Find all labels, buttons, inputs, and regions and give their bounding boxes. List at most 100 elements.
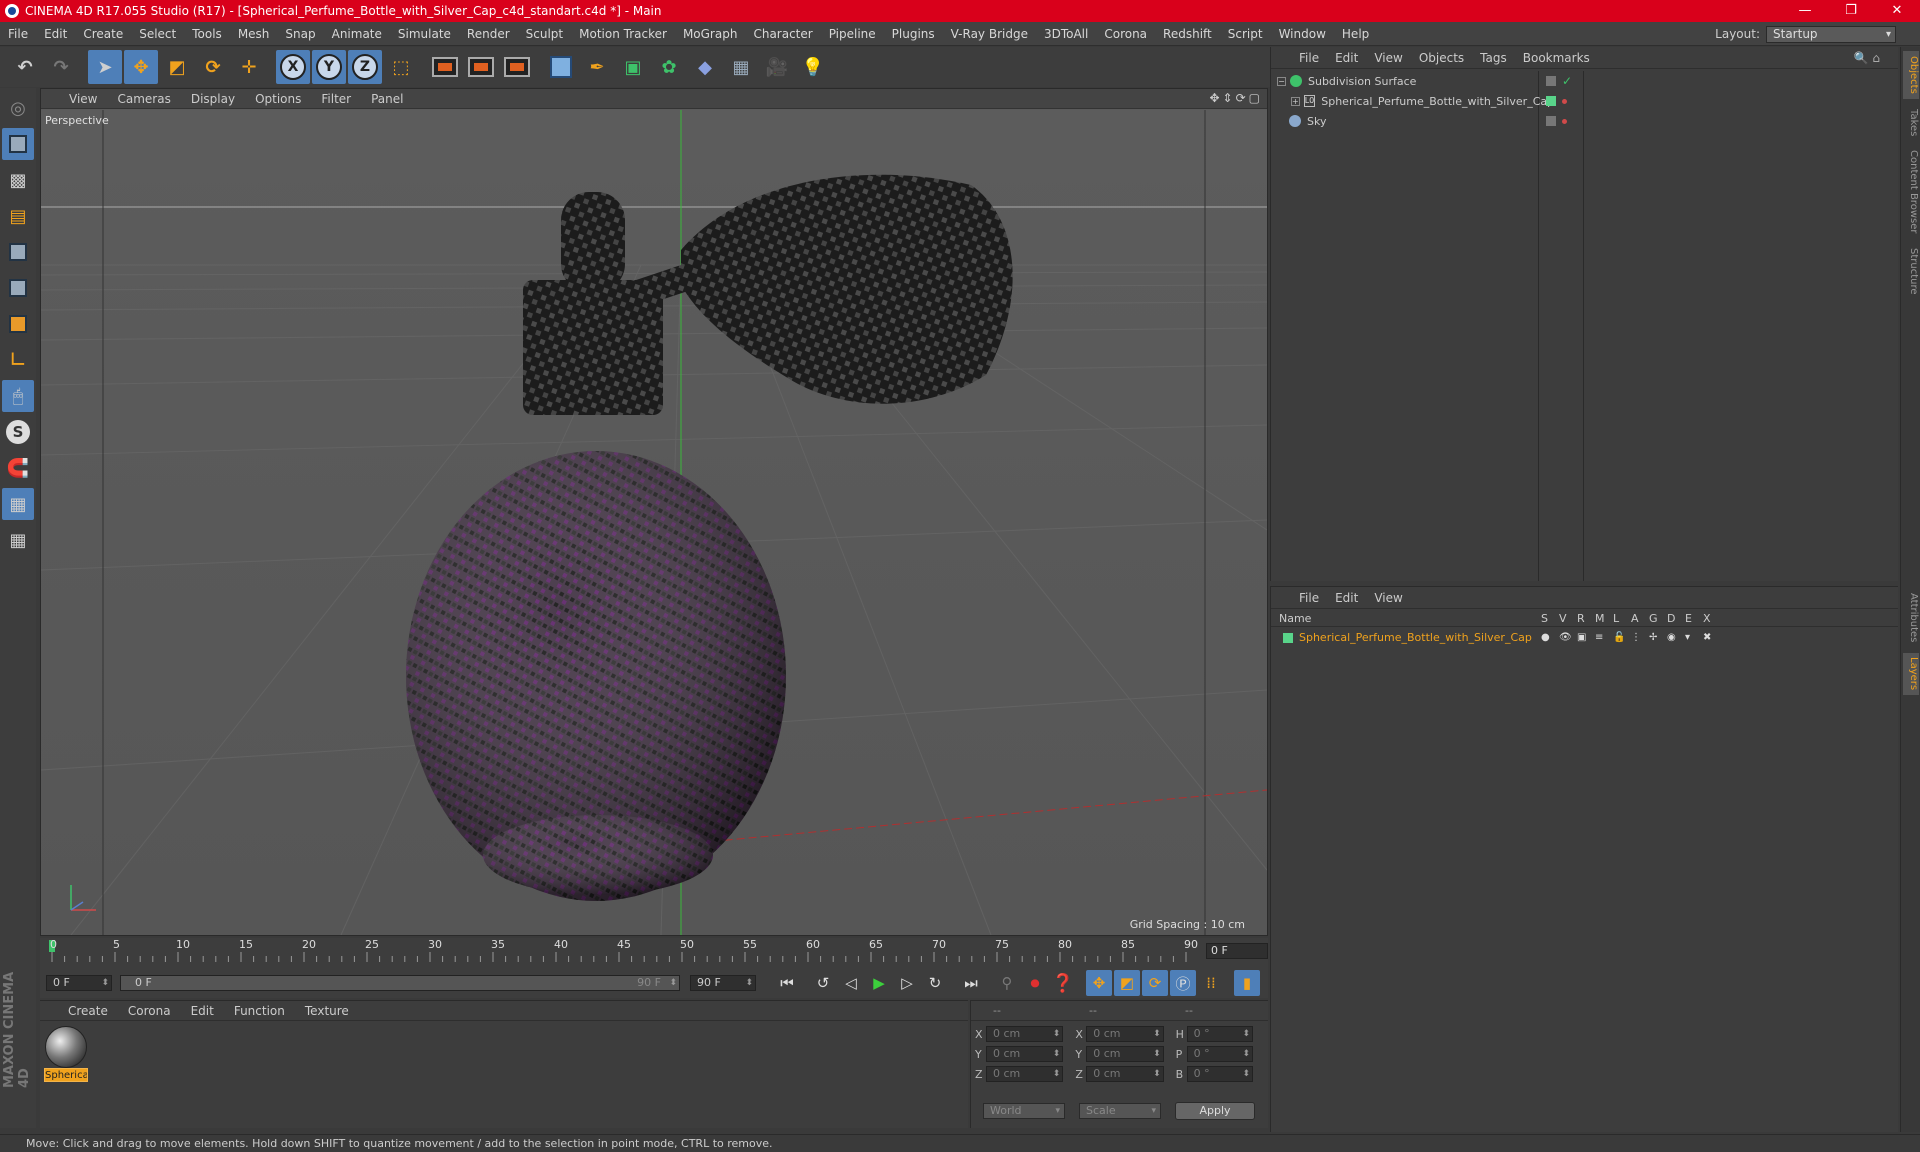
objmgr-menu-edit[interactable]: Edit (1327, 51, 1366, 65)
size-z-field[interactable]: 0 cm (1086, 1066, 1164, 1082)
menu-tools[interactable]: Tools (184, 27, 230, 41)
menu-create[interactable]: Create (75, 27, 131, 41)
viewport-menu-cameras[interactable]: Cameras (107, 92, 180, 106)
viewport-menu-panel[interactable]: Panel (361, 92, 413, 106)
next-key-button[interactable]: ↻ (922, 970, 948, 996)
tab-structure[interactable]: Structure (1903, 243, 1919, 299)
live-selection-button[interactable]: ➤ (88, 50, 122, 84)
redo-button[interactable]: ↷ (44, 50, 78, 84)
tab-content-browser[interactable]: Content Browser (1903, 147, 1919, 237)
material-menu-create[interactable]: Create (58, 1004, 118, 1018)
size-x-field[interactable]: 0 cm (1086, 1026, 1164, 1042)
texture-mode-button[interactable]: ▩ (2, 164, 34, 196)
coordinate-system-button[interactable]: ⬚ (384, 50, 418, 84)
key-parameter-button[interactable]: Ⓟ (1170, 970, 1196, 996)
axis-mode-button[interactable]: ∟ (2, 344, 34, 376)
menu-select[interactable]: Select (131, 27, 184, 41)
tab-takes[interactable]: Takes (1903, 105, 1919, 141)
menu-file[interactable]: File (0, 27, 36, 41)
layer-color-tag[interactable] (1546, 96, 1556, 106)
add-mograph-button[interactable]: ✿ (652, 50, 686, 84)
layermgr-menu-view[interactable]: View (1366, 591, 1410, 605)
material-swatch[interactable]: Spherical (44, 1026, 88, 1084)
menu-mograph[interactable]: MoGraph (675, 27, 746, 41)
locked-workplane-button[interactable]: ▦ (2, 488, 34, 520)
close-icon[interactable]: ✕ (1874, 0, 1920, 22)
material-menu-function[interactable]: Function (224, 1004, 295, 1018)
render-flag-icon[interactable]: ▣ (1577, 632, 1595, 643)
rotation-h-field[interactable]: 0 ° (1186, 1026, 1253, 1042)
z-axis-button[interactable]: Z (348, 50, 382, 84)
add-spline-button[interactable]: ✒ (580, 50, 614, 84)
objmgr-search-home-icons[interactable]: 🔍⌂ (1845, 51, 1892, 65)
layer-color-swatch[interactable] (1283, 632, 1293, 643)
layer-row[interactable]: Spherical_Perfume_Bottle_with_Silver_Cap… (1271, 629, 1898, 647)
add-cube-button[interactable] (544, 50, 578, 84)
menu-window[interactable]: Window (1271, 27, 1334, 41)
menu-redshift[interactable]: Redshift (1155, 27, 1220, 41)
scale-tool-button[interactable]: ◩ (160, 50, 194, 84)
key-scale-button[interactable]: ◩ (1114, 970, 1140, 996)
points-mode-button[interactable] (2, 236, 34, 268)
snap-button[interactable]: 🧲 (2, 452, 34, 484)
menu-character[interactable]: Character (745, 27, 820, 41)
menu-mesh[interactable]: Mesh (230, 27, 278, 41)
objmgr-menu-objects[interactable]: Objects (1411, 51, 1472, 65)
lock-flag-icon[interactable]: 🔓 (1613, 632, 1631, 643)
tweak-mode-button[interactable]: 🖱 (2, 380, 34, 412)
view-flag-icon[interactable]: 👁 (1559, 632, 1577, 643)
expand-icon[interactable]: + (1291, 96, 1300, 106)
autokey-button[interactable]: ❓ (1050, 970, 1076, 996)
generator-flag-icon[interactable]: ✢ (1649, 632, 1667, 643)
layermgr-menu-file[interactable]: File (1291, 591, 1327, 605)
collapse-icon[interactable]: − (1277, 76, 1286, 86)
size-mode-dropdown[interactable]: Scale (1079, 1103, 1161, 1119)
object-row-bottle[interactable]: + L0 Spherical_Perfume_Bottle_with_Silve… (1271, 91, 1554, 111)
add-camera-button[interactable]: 🎥 (760, 50, 794, 84)
timeline-window-button[interactable]: ▮ (1234, 970, 1260, 996)
render-dot[interactable] (1562, 118, 1567, 124)
end-frame-field[interactable]: 90 F (690, 975, 756, 991)
menu-edit[interactable]: Edit (36, 27, 75, 41)
deformer-flag-icon[interactable]: ◉ (1667, 632, 1685, 643)
size-y-field[interactable]: 0 cm (1086, 1046, 1164, 1062)
play-button[interactable]: ▶ (866, 970, 892, 996)
make-editable-button[interactable]: ◎ (2, 92, 34, 124)
minimize-icon[interactable]: — (1782, 0, 1828, 22)
render-view-button[interactable] (428, 50, 462, 84)
tab-objects[interactable]: Objects (1903, 51, 1919, 99)
go-to-start-button[interactable]: ⏮ (774, 970, 800, 996)
menu-render[interactable]: Render (459, 27, 518, 41)
add-deformer-button[interactable]: ◆ (688, 50, 722, 84)
xref-flag-icon[interactable]: ✖ (1703, 632, 1721, 643)
rotate-tool-button[interactable]: ⟳ (196, 50, 230, 84)
go-to-end-button[interactable]: ⏭ (958, 970, 984, 996)
menu-simulate[interactable]: Simulate (390, 27, 459, 41)
menu-snap[interactable]: Snap (277, 27, 323, 41)
move-tool-button[interactable]: ✥ (124, 50, 158, 84)
planar-workplane-button[interactable]: ▦ (2, 524, 34, 556)
menu-sculpt[interactable]: Sculpt (518, 27, 571, 41)
material-menu-edit[interactable]: Edit (181, 1004, 224, 1018)
tab-attributes[interactable]: Attributes (1903, 587, 1919, 649)
layout-dropdown[interactable]: Startup (1766, 25, 1896, 43)
start-frame-field[interactable]: 0 F (46, 975, 112, 991)
viewport-menu-options[interactable]: Options (245, 92, 311, 106)
coordinate-space-dropdown[interactable]: World (983, 1103, 1065, 1119)
material-menu-corona[interactable]: Corona (118, 1004, 181, 1018)
menu-help[interactable]: Help (1334, 27, 1377, 41)
add-light-button[interactable]: 💡 (796, 50, 830, 84)
viewport-nav-icons[interactable]: ✥⇕⟳▢ (1209, 91, 1263, 105)
menu-3dtoall[interactable]: 3DToAll (1036, 27, 1096, 41)
menu-vray-bridge[interactable]: V-Ray Bridge (943, 27, 1036, 41)
preview-range-slider[interactable]: 0 F 90 F (120, 975, 680, 991)
objmgr-menu-bookmarks[interactable]: Bookmarks (1515, 51, 1598, 65)
menu-animate[interactable]: Animate (324, 27, 390, 41)
record-active-button[interactable]: ⏺ (1022, 970, 1048, 996)
solo-mode-button[interactable]: S (2, 416, 34, 448)
rotation-b-field[interactable]: 0 ° (1186, 1066, 1253, 1082)
rotation-p-field[interactable]: 0 ° (1186, 1046, 1253, 1062)
y-axis-button[interactable]: Y (312, 50, 346, 84)
animation-flag-icon[interactable]: ⋮ (1631, 632, 1649, 643)
key-position-button[interactable]: ✥ (1086, 970, 1112, 996)
